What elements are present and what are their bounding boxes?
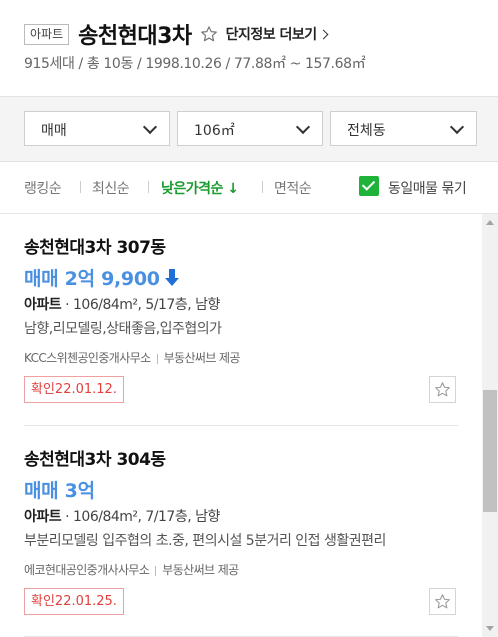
- property-type-badge: 아파트: [24, 23, 70, 45]
- favorite-star-icon[interactable]: [200, 25, 218, 43]
- listing-favorite-button[interactable]: [429, 588, 456, 615]
- listing-favorite-button[interactable]: [429, 376, 456, 403]
- title-row: 아파트 송천현대3차 단지정보 더보기: [24, 18, 329, 50]
- listing-title: 송천현대3차 304동: [24, 450, 166, 470]
- price-down-arrow-icon: [164, 268, 180, 287]
- detail-link-label: 단지정보 더보기: [225, 27, 318, 43]
- complex-name: 송천현대3차: [78, 24, 192, 49]
- listing-item[interactable]: 송천현대3차 304동 매매 3억 아파트 · 106/84m², 7/17층,…: [0, 426, 482, 637]
- listing-list: 송천현대3차 307동 매매 2억 9,900 아파트 · 106/84m², …: [0, 214, 482, 637]
- listing-price: 매매 2억 9,900: [24, 264, 180, 291]
- listing-agent: 에코현대공인중개사사무소 부동산써브 제공: [24, 561, 239, 578]
- sort-low-price[interactable]: 낮은가격순 ↓: [161, 178, 239, 198]
- complex-detail-link[interactable]: 단지정보 더보기: [225, 24, 329, 44]
- complex-summary: 915세대 / 총 10동 / 1998.10.26 / 77.88㎡ ~ 15…: [24, 56, 366, 72]
- sort-divider: [80, 181, 81, 193]
- listing-description: 남향,리모델링,상태좋음,입주협의가: [24, 321, 222, 337]
- scroll-down-arrow-icon[interactable]: [486, 626, 494, 631]
- listing-agent: KCC스위첸공인중개사무소 부동산써브 제공: [24, 349, 240, 366]
- agent-divider: [155, 565, 157, 576]
- chevron-right-icon: [318, 29, 329, 40]
- agent-name: KCC스위첸공인중개사무소: [24, 351, 151, 365]
- scroll-up-arrow-icon[interactable]: [486, 220, 494, 225]
- confirmed-date-badge: 확인22.01.25.: [24, 588, 124, 615]
- agent-name: 에코현대공인중개사사무소: [24, 563, 150, 577]
- listing-spec-detail: 106/84m², 7/17층, 남향: [73, 509, 220, 525]
- scrollbar-thumb[interactable]: [483, 390, 497, 512]
- sort-divider: [262, 181, 263, 193]
- star-icon: [435, 594, 450, 609]
- same-listing-label[interactable]: 동일매물 묶기: [388, 178, 467, 198]
- agent-divider: [156, 353, 158, 364]
- listing-description: 부분리모델링 입주협의 초.중, 편의시설 5분거리 인접 생활권편리: [24, 533, 386, 549]
- provider-label: 부동산써브 제공: [163, 351, 241, 365]
- listing-spec: 아파트 · 106/84m², 5/17층, 남향: [24, 297, 220, 313]
- listing-type: 아파트: [24, 509, 62, 525]
- chevron-down-icon: [142, 119, 158, 135]
- trade-type-value: 매매: [41, 123, 67, 139]
- sort-area[interactable]: 면적순: [274, 178, 312, 198]
- filter-bar: 매매 106㎡ 전체동: [0, 96, 498, 162]
- scrollbar[interactable]: [482, 214, 498, 637]
- sort-direction-arrow-icon: ↓: [227, 181, 239, 197]
- provider-label: 부동산써브 제공: [162, 563, 239, 577]
- chevron-down-icon: [449, 119, 465, 135]
- star-icon: [435, 382, 450, 397]
- complex-header: 아파트 송천현대3차 단지정보 더보기 915세대 / 총 10동 / 1998…: [0, 0, 498, 96]
- listing-price-value: 매매 2억 9,900: [24, 268, 160, 290]
- listing-type: 아파트: [24, 297, 62, 313]
- building-dropdown[interactable]: 전체동: [330, 111, 477, 146]
- sort-ranking[interactable]: 랭킹순: [24, 178, 62, 198]
- confirmed-date-badge: 확인22.01.12.: [24, 376, 124, 403]
- listing-spec: 아파트 · 106/84m², 7/17층, 남향: [24, 509, 220, 525]
- building-value: 전체동: [347, 123, 386, 139]
- listing-item[interactable]: 송천현대3차 307동 매매 2억 9,900 아파트 · 106/84m², …: [0, 214, 482, 426]
- listing-price: 매매 3억: [24, 480, 95, 502]
- listing-spec-detail: 106/84m², 5/17층, 남향: [73, 297, 220, 313]
- listing-title: 송천현대3차 307동: [24, 238, 166, 258]
- chevron-down-icon: [295, 119, 311, 135]
- sort-divider: [148, 181, 149, 193]
- sort-latest[interactable]: 최신순: [92, 178, 130, 198]
- trade-type-dropdown[interactable]: 매매: [24, 111, 170, 146]
- same-listing-checkbox[interactable]: [359, 176, 379, 196]
- sort-low-price-label: 낮은가격순: [161, 181, 223, 197]
- area-dropdown[interactable]: 106㎡: [177, 111, 323, 146]
- area-value: 106㎡: [194, 123, 235, 139]
